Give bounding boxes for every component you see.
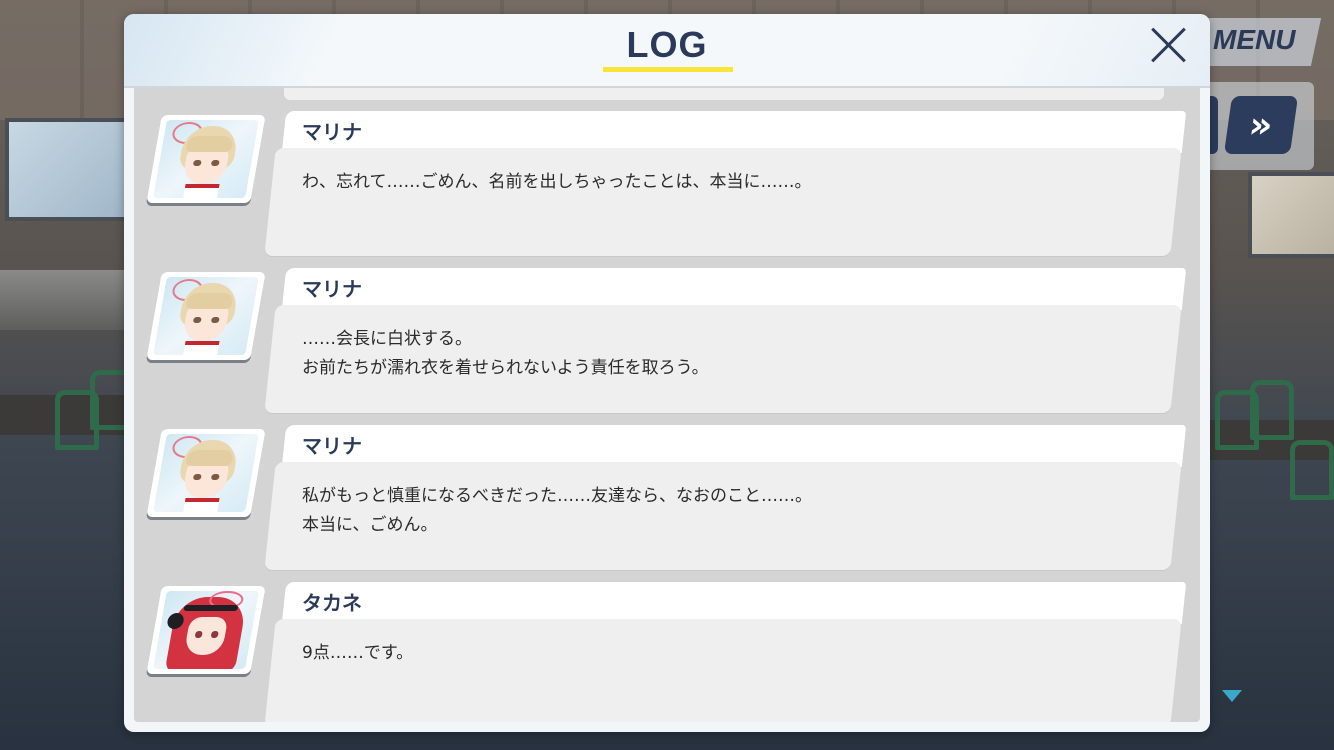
character-portrait <box>146 115 266 207</box>
message-card <box>264 148 1182 256</box>
background-window-right <box>1248 172 1334 258</box>
character-portrait <box>146 429 266 521</box>
red-haired-student-portrait <box>153 591 259 669</box>
log-entry: マリナ ……会長に白状する。 お前たちが濡れ衣を着せられないよう責任を取ろう。 <box>134 257 1200 413</box>
menu-label: MENU <box>1213 24 1296 55</box>
log-entry: タカネ 9点……です。 <box>134 571 1200 722</box>
message-line: 9点……です。 <box>302 643 414 663</box>
blonde-student-portrait <box>153 277 259 355</box>
previous-entry-edge <box>284 88 1164 100</box>
speaker-name: マリナ <box>302 434 362 458</box>
blonde-student-portrait <box>153 434 259 512</box>
message-line: 私がもっと慎重になるべきだった……友達なら、なおのこと……。 <box>302 486 812 506</box>
background-chair <box>1290 440 1334 500</box>
character-portrait <box>146 272 266 364</box>
speaker-name: マリナ <box>302 277 362 301</box>
speaker-name: マリナ <box>302 120 362 144</box>
skip-button[interactable]: » <box>1223 96 1299 154</box>
message-line: わ、忘れて……ごめん、名前を出しちゃったことは、本当に……。 <box>302 172 812 192</box>
speaker-name-card <box>281 425 1187 467</box>
character-portrait <box>146 586 266 678</box>
speaker-name-card <box>281 582 1187 624</box>
message-line: 本当に、ごめん。 <box>302 515 438 535</box>
blonde-student-portrait <box>153 120 259 198</box>
background-window-left <box>5 118 133 221</box>
log-entry: マリナ 私がもっと慎重になるべきだった……友達なら、なおのこと……。 本当に、ご… <box>134 414 1200 570</box>
message-line: お前たちが濡れ衣を着せられないよう責任を取ろう。 <box>302 358 709 378</box>
speaker-name-card <box>281 111 1187 153</box>
message-card <box>264 619 1182 722</box>
log-panel: LOG マリナ わ、忘れて……ごめん、名前を出しちゃったことは、本当に……。 マ… <box>124 14 1210 732</box>
log-title: LOG <box>626 24 708 65</box>
log-entry: マリナ わ、忘れて……ごめん、名前を出しちゃったことは、本当に……。 <box>134 100 1200 256</box>
background-counter <box>0 270 130 330</box>
title-underline <box>603 67 733 72</box>
speaker-name: タカネ <box>302 591 362 615</box>
speaker-name-card <box>281 268 1187 310</box>
log-list[interactable]: マリナ わ、忘れて……ごめん、名前を出しちゃったことは、本当に……。 マリナ …… <box>134 88 1200 722</box>
fast-forward-icon: » <box>1246 104 1276 146</box>
scroll-down-indicator-icon <box>1222 690 1242 702</box>
close-icon[interactable] <box>1148 24 1190 66</box>
background-chair <box>1250 380 1294 440</box>
message-line: ……会長に白状する。 <box>302 329 472 349</box>
